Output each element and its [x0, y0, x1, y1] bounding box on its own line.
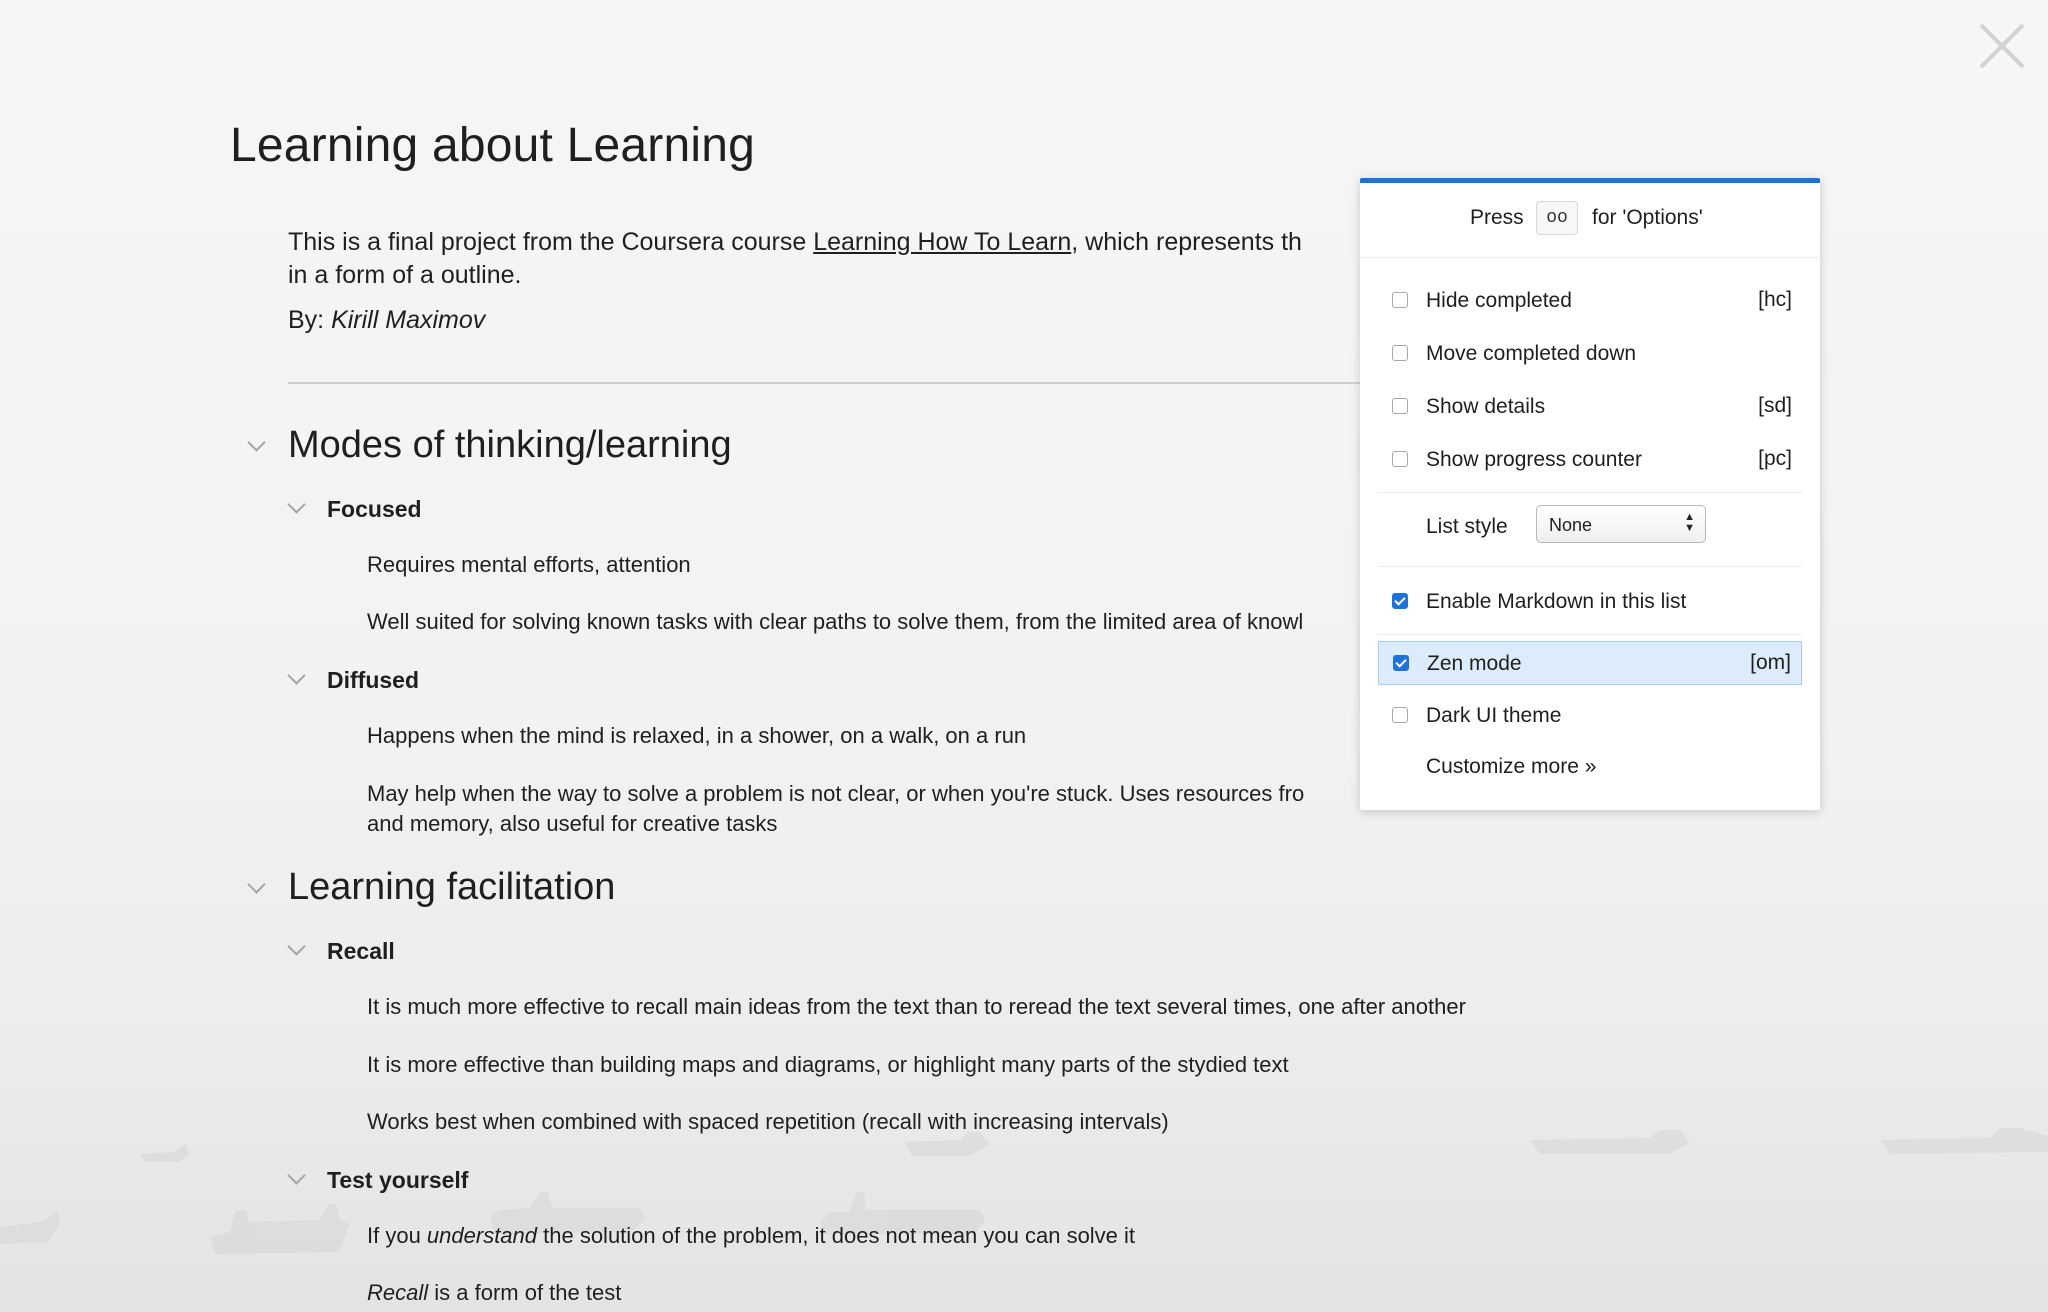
option-show-details[interactable]: Show details [sd]: [1378, 385, 1802, 429]
customize-more-link[interactable]: Customize more »: [1426, 755, 1596, 779]
checkbox[interactable]: [1392, 707, 1408, 723]
subsection-title[interactable]: Recall: [327, 938, 395, 965]
option-label: Show details: [1426, 395, 1546, 418]
list-item-emphasis: Recall: [367, 1280, 429, 1305]
option-label: Show progress counter: [1426, 448, 1642, 471]
press-label: Press: [1470, 206, 1524, 229]
section-title[interactable]: Learning facilitation: [288, 866, 615, 909]
chevron-down-icon[interactable]: [247, 433, 266, 452]
list-item[interactable]: Works best when combined with spaced rep…: [367, 1109, 1169, 1135]
press-suffix: for 'Options': [1592, 206, 1703, 229]
chevron-down-icon[interactable]: [287, 495, 306, 514]
option-label: Move completed down: [1426, 342, 1637, 365]
chevron-down-icon[interactable]: [287, 937, 306, 956]
checkbox[interactable]: [1392, 451, 1408, 467]
list-item[interactable]: It is more effective than building maps …: [367, 1052, 1289, 1078]
intro-text: This is a final project from the Courser…: [288, 226, 1388, 292]
intro-text-line2: in a form of a outline.: [288, 261, 522, 289]
checkbox[interactable]: [1392, 398, 1408, 414]
chevron-down-icon[interactable]: [287, 1166, 306, 1185]
option-hide-completed[interactable]: Hide completed [hc]: [1378, 279, 1802, 323]
option-shortcut: [sd]: [1758, 394, 1792, 417]
divider: [1378, 492, 1802, 493]
page-title: Learning about Learning: [230, 119, 756, 172]
option-enable-markdown[interactable]: Enable Markdown in this list: [1378, 580, 1802, 624]
list-item[interactable]: Recall is a form of the test: [367, 1280, 621, 1306]
option-label: Enable Markdown in this list: [1426, 590, 1687, 613]
option-label: Dark UI theme: [1426, 704, 1562, 727]
option-dark-ui-theme[interactable]: Dark UI theme: [1378, 694, 1802, 738]
option-label: Zen mode: [1427, 652, 1522, 675]
byline-prefix: By:: [288, 306, 332, 334]
chevron-down-icon[interactable]: [287, 666, 306, 685]
course-link[interactable]: Learning How To Learn: [813, 228, 1071, 256]
subsection-title[interactable]: Focused: [327, 496, 422, 523]
checkbox[interactable]: [1392, 345, 1408, 361]
list-item[interactable]: Requires mental efforts, attention: [367, 552, 691, 578]
option-label: Hide completed: [1426, 289, 1572, 312]
list-item-text: is a form of the test: [428, 1280, 622, 1305]
shortcut-key: oo: [1536, 201, 1578, 235]
list-style-value: None: [1549, 515, 1593, 535]
list-item[interactable]: Well suited for solving known tasks with…: [367, 609, 1303, 635]
subsection-title[interactable]: Diffused: [327, 667, 419, 694]
select-arrows-icon: ▲ ▼: [1684, 511, 1695, 534]
checkbox[interactable]: [1392, 292, 1408, 308]
list-item-text: If you: [367, 1223, 427, 1248]
option-shortcut: [pc]: [1758, 447, 1792, 470]
option-show-progress-counter[interactable]: Show progress counter [pc]: [1378, 438, 1802, 482]
list-style-select[interactable]: None ▲ ▼: [1536, 505, 1706, 543]
checkbox-checked[interactable]: [1393, 655, 1409, 671]
chevron-down-icon[interactable]: [247, 875, 266, 894]
list-item[interactable]: It is much more effective to recall main…: [367, 994, 1466, 1020]
list-item-emphasis: understand: [426, 1223, 538, 1248]
divider: [1378, 566, 1802, 567]
section-title[interactable]: Modes of thinking/learning: [288, 424, 732, 467]
option-zen-mode[interactable]: Zen mode [om]: [1378, 641, 1802, 685]
options-panel: Press oo for 'Options' Hide completed [h…: [1360, 178, 1820, 810]
list-item-text: the solution of the problem, it does not…: [537, 1223, 1136, 1248]
byline: By: Kirill Maximov: [288, 306, 485, 335]
intro-text-start: This is a final project from the Courser…: [288, 228, 814, 256]
option-shortcut: [om]: [1750, 651, 1791, 674]
options-header: Press oo for 'Options': [1360, 183, 1820, 258]
option-shortcut: [hc]: [1758, 288, 1792, 311]
option-move-completed-down[interactable]: Move completed down: [1378, 332, 1802, 376]
intro-text-end: , which represents th: [1071, 228, 1302, 256]
subsection-title[interactable]: Test yourself: [327, 1167, 468, 1194]
divider: [1378, 634, 1802, 635]
author-name: Kirill Maximov: [331, 306, 486, 334]
checkbox-checked[interactable]: [1392, 593, 1408, 609]
list-item[interactable]: If you understand the solution of the pr…: [367, 1223, 1135, 1249]
divider: [288, 382, 1398, 384]
list-item[interactable]: May help when the way to solve a problem…: [367, 781, 1304, 807]
list-item-continuation: and memory, also useful for creative tas…: [367, 811, 778, 836]
list-item[interactable]: Happens when the mind is relaxed, in a s…: [367, 723, 1026, 749]
list-style-label: List style: [1426, 515, 1508, 538]
